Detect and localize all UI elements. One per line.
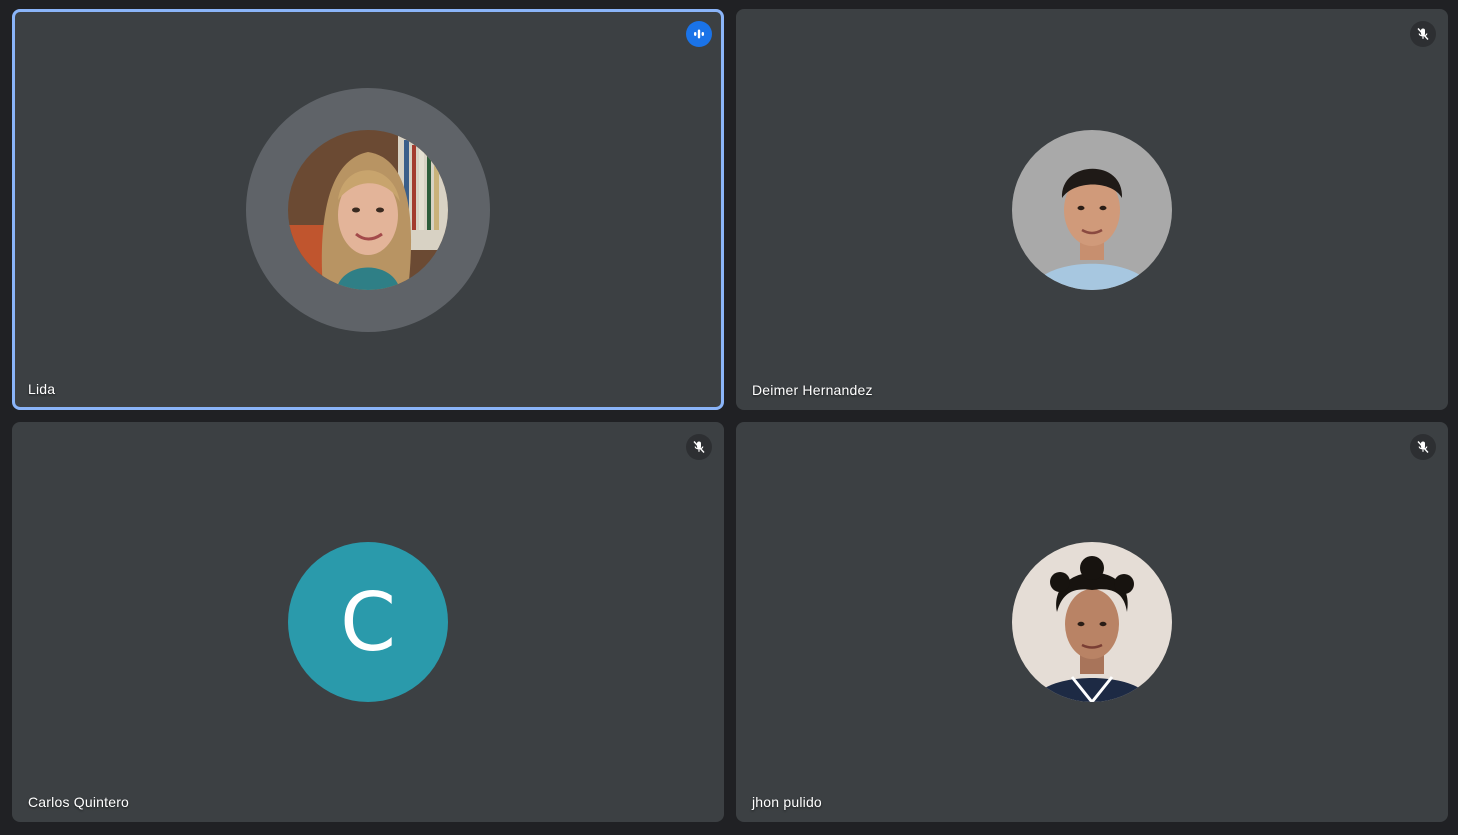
participant-tile-deimer-hernandez[interactable]: Deimer Hernandez — [736, 9, 1448, 410]
avatar — [1012, 542, 1172, 702]
participant-tile-lida[interactable]: Lida — [12, 9, 724, 410]
participant-name: Lida — [28, 381, 56, 397]
mic-off-icon — [1410, 434, 1436, 460]
audio-level-icon — [686, 21, 712, 47]
participant-name: jhon pulido — [752, 794, 822, 810]
mic-off-icon — [1410, 21, 1436, 47]
letter-avatar: C — [288, 542, 448, 702]
avatar — [1012, 129, 1172, 290]
mic-off-icon — [686, 434, 712, 460]
participant-name: Deimer Hernandez — [752, 382, 873, 398]
participant-tile-carlos-quintero[interactable]: C Carlos Quintero — [12, 422, 724, 822]
participant-grid: Lida Deimer Hernandez C Carlos Quintero … — [0, 0, 1458, 835]
participant-tile-jhon-pulido[interactable]: jhon pulido — [736, 422, 1448, 822]
participant-name: Carlos Quintero — [28, 794, 130, 810]
avatar — [288, 129, 448, 290]
